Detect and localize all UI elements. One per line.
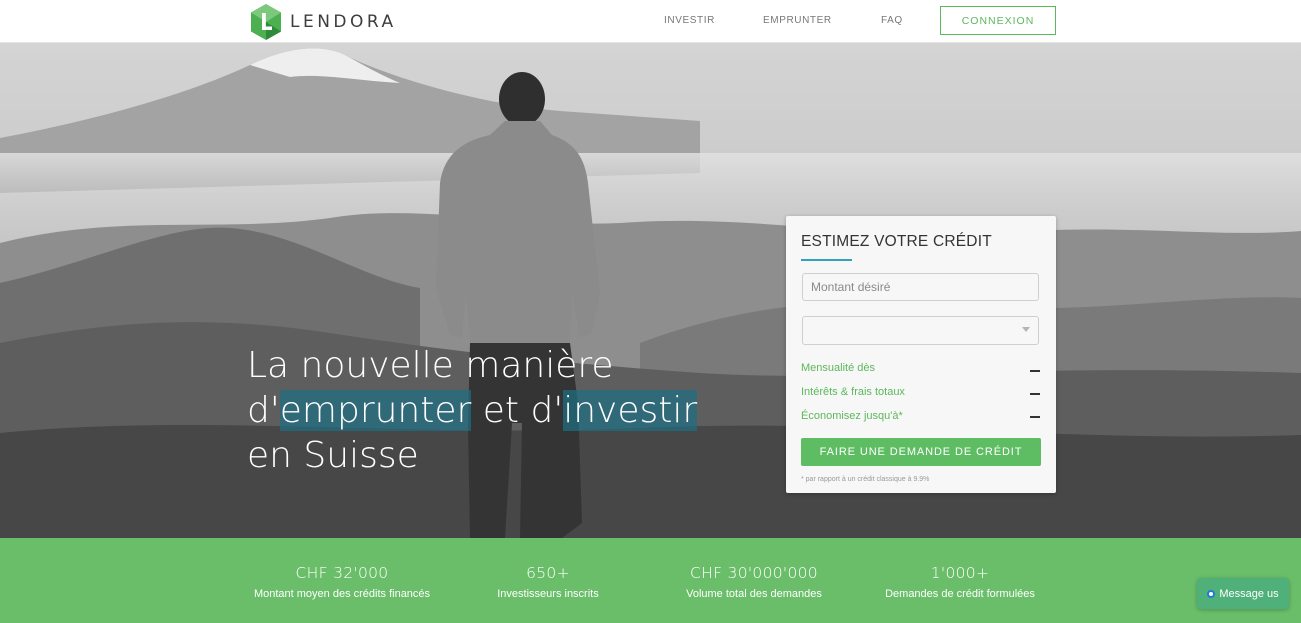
logo[interactable]: LENDORA (249, 3, 397, 41)
total-interest-label: Intérêts & frais totaux (801, 386, 905, 398)
nav-emprunter[interactable]: EMPRUNTER (763, 15, 832, 26)
stat-value: 650+ (526, 564, 570, 582)
stat-value: CHF 32'000 (295, 564, 389, 582)
stat-total-volume: CHF 30'000'000 Volume total des demandes (664, 564, 844, 600)
monthly-payment-value (1030, 370, 1040, 372)
message-us-button[interactable]: Message us (1197, 578, 1289, 609)
headline-line-1: La nouvelle manière (247, 345, 614, 386)
headline-prefix: d' (247, 390, 280, 431)
site-header: LENDORA INVESTIR EMPRUNTER FAQ CONNEXION (0, 0, 1301, 43)
credit-estimator-card: ESTIMEZ VOTRE CRÉDIT Mensualité dès Inté… (786, 216, 1056, 493)
hero-section: La nouvelle manière d'emprunter et d'inv… (0, 43, 1301, 538)
nav-faq[interactable]: FAQ (881, 15, 903, 26)
stat-average-credit: CHF 32'000 Montant moyen des crédits fin… (242, 564, 442, 600)
chat-status-icon (1207, 589, 1216, 598)
brand-name: LENDORA (290, 12, 397, 32)
duration-select[interactable] (802, 316, 1039, 345)
headline-highlight-emprunter: emprunter (279, 390, 472, 431)
amount-input[interactable] (802, 273, 1039, 301)
headline-highlight-investir: investir (563, 390, 698, 431)
nav-investir[interactable]: INVESTIR (664, 15, 715, 26)
credit-request-button[interactable]: FAIRE UNE DEMANDE DE CRÉDIT (801, 438, 1041, 466)
stat-investors: 650+ Investisseurs inscrits (468, 564, 628, 600)
stat-value: CHF 30'000'000 (690, 564, 818, 582)
total-interest-value (1030, 393, 1040, 395)
title-underline (801, 259, 852, 261)
lendora-logo-icon (251, 4, 281, 40)
login-button[interactable]: CONNEXION (940, 6, 1056, 35)
estimator-footnote: * par rapport à un crédit classique à 9.… (801, 476, 930, 483)
message-us-label: Message us (1219, 587, 1279, 600)
stat-value: 1'000+ (930, 564, 990, 582)
stat-label: Investisseurs inscrits (497, 588, 599, 600)
stat-label: Demandes de crédit formulées (885, 588, 1035, 600)
headline-line-3: en Suisse (247, 435, 419, 476)
stats-bar: CHF 32'000 Montant moyen des crédits fin… (0, 538, 1301, 623)
stat-label: Volume total des demandes (686, 588, 822, 600)
headline-middle: et d' (471, 390, 564, 431)
hero-headline: La nouvelle manière d'emprunter et d'inv… (247, 343, 767, 478)
headline-line-2: d'emprunter et d'investir (247, 388, 767, 433)
stat-credit-requests: 1'000+ Demandes de crédit formulées (870, 564, 1050, 600)
monthly-payment-label: Mensualité dès (801, 362, 875, 374)
estimator-title: ESTIMEZ VOTRE CRÉDIT (801, 233, 992, 250)
dropdown-arrow-icon (1022, 327, 1030, 332)
savings-label: Économisez jusqu'à* (801, 410, 903, 422)
stat-label: Montant moyen des crédits financés (253, 588, 431, 600)
savings-value (1030, 416, 1040, 418)
